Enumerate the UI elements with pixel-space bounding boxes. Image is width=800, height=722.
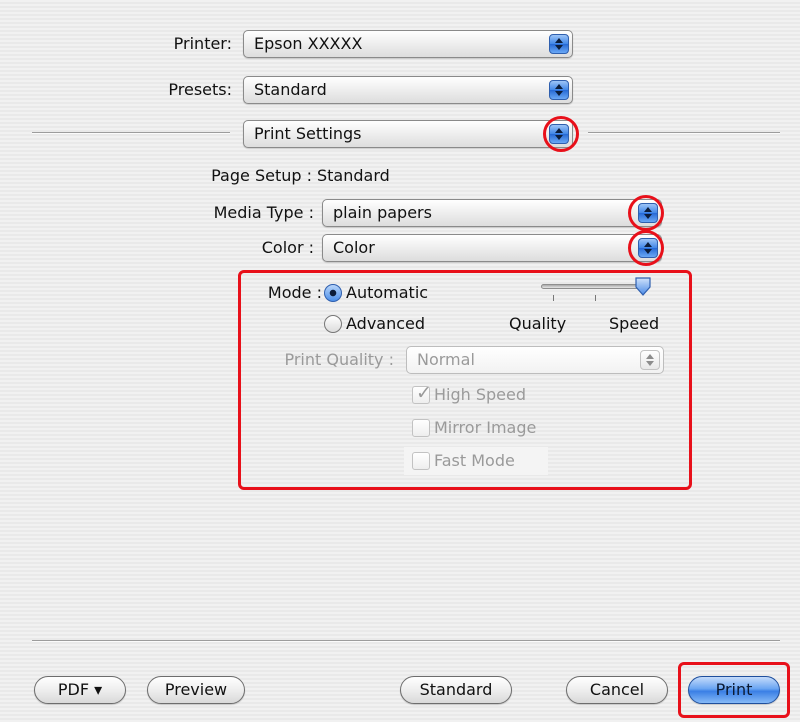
fast-mode-label: Fast Mode	[434, 451, 515, 470]
popup-arrows-icon	[640, 350, 660, 370]
print-quality-value: Normal	[417, 350, 475, 369]
slider-track	[541, 284, 647, 289]
panel-value: Print Settings	[254, 124, 362, 143]
quality-speed-slider[interactable]	[541, 276, 653, 308]
bottom-divider	[32, 640, 780, 642]
slider-tick	[595, 295, 596, 301]
checkmark-icon: ✓	[416, 382, 432, 404]
standard-button[interactable]: Standard	[400, 676, 512, 704]
color-label: Color :	[261, 238, 314, 257]
printer-popup[interactable]: Epson XXXXX	[243, 30, 573, 58]
print-highlight-box	[678, 662, 790, 718]
media-type-label: Media Type :	[213, 203, 314, 222]
color-value: Color	[333, 238, 375, 257]
media-type-value: plain papers	[333, 203, 432, 222]
presets-popup[interactable]: Standard	[243, 76, 573, 104]
slider-tick	[553, 295, 554, 301]
print-quality-label: Print Quality :	[284, 350, 394, 369]
automatic-label[interactable]: Automatic	[346, 283, 428, 303]
fast-mode-checkbox[interactable]	[412, 452, 430, 470]
high-speed-label: High Speed	[434, 385, 527, 404]
top-divider-right	[588, 132, 780, 134]
presets-value: Standard	[254, 80, 327, 99]
page-setup-value: Standard	[317, 166, 390, 185]
advanced-label[interactable]: Advanced	[346, 314, 425, 334]
cancel-button[interactable]: Cancel	[566, 676, 668, 704]
preview-button[interactable]: Preview	[147, 676, 245, 704]
popup-arrows-icon	[549, 34, 569, 54]
page-setup-label: Page Setup :	[211, 166, 312, 185]
highlight-circle	[628, 230, 664, 266]
top-divider-left	[32, 132, 230, 134]
mirror-image-label: Mirror Image	[434, 418, 537, 437]
presets-label: Presets:	[168, 80, 232, 99]
highlight-circle	[543, 116, 579, 152]
printer-label: Printer:	[173, 34, 232, 53]
slider-quality-label: Quality	[509, 314, 567, 333]
advanced-radio[interactable]	[324, 315, 342, 333]
slider-speed-label: Speed	[609, 314, 660, 333]
media-type-popup[interactable]: plain papers	[322, 199, 662, 227]
slider-thumb-icon[interactable]	[634, 276, 652, 298]
pdf-menu-button[interactable]: PDF ▾	[34, 676, 126, 704]
mode-label: Mode :	[267, 283, 322, 302]
popup-arrows-icon	[549, 80, 569, 100]
panel-popup[interactable]: Print Settings	[243, 120, 573, 148]
highlight-circle	[628, 195, 664, 231]
color-popup[interactable]: Color	[322, 234, 662, 262]
printer-value: Epson XXXXX	[254, 34, 363, 53]
automatic-radio[interactable]	[324, 284, 342, 302]
mirror-image-checkbox[interactable]	[412, 419, 430, 437]
high-speed-checkbox[interactable]: ✓	[412, 382, 432, 404]
print-quality-popup[interactable]: Normal	[406, 346, 664, 374]
